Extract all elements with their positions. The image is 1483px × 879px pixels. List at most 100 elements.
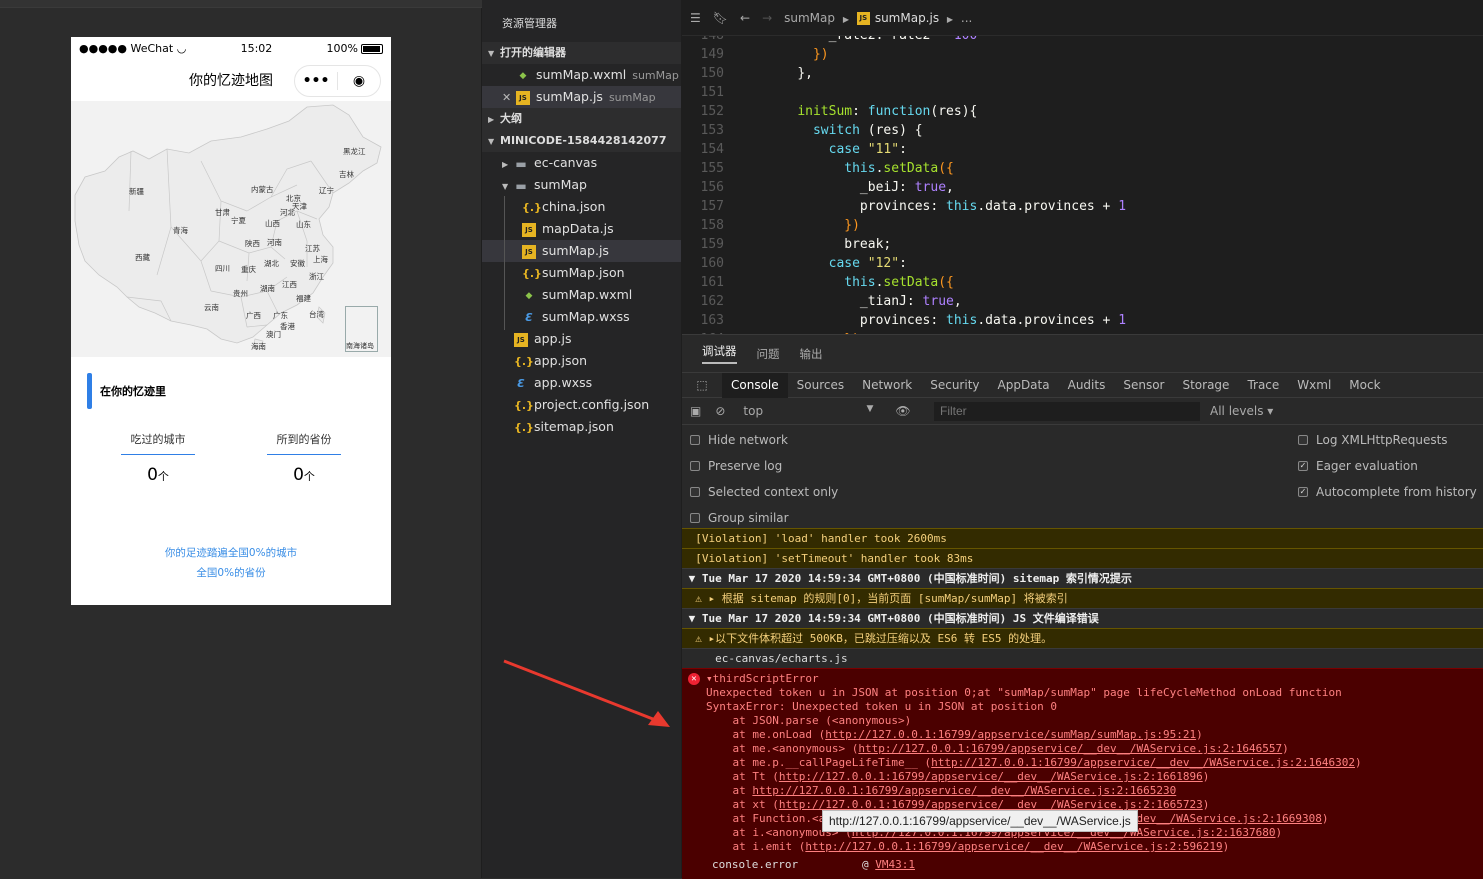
file-tree-item[interactable]: JS app.js xyxy=(482,328,681,350)
code-line[interactable]: 157 provinces: this.data.provinces + 1 xyxy=(682,197,1483,216)
file-tree-item[interactable]: JS sumMap.js xyxy=(482,240,681,262)
code-line[interactable]: 151 xyxy=(682,83,1483,102)
file-tree-item[interactable]: {.}sitemap.json xyxy=(482,416,681,438)
bookmark-icon[interactable]: 🔖︎ xyxy=(713,11,728,25)
code-line[interactable]: 162 _tianJ: true, xyxy=(682,292,1483,311)
checkbox[interactable] xyxy=(690,487,700,497)
code-line[interactable]: 154 case "11": xyxy=(682,140,1483,159)
tab-appdata[interactable]: AppData xyxy=(989,373,1059,398)
console-message[interactable]: ec-canvas/echarts.js xyxy=(682,648,1483,668)
sidebar-toggle-icon[interactable]: ▣ xyxy=(690,404,701,418)
code-line[interactable]: 155 this.setData({ xyxy=(682,159,1483,178)
tab-debugger[interactable]: 调试器 xyxy=(702,343,737,364)
clear-console-icon[interactable]: ⊘ xyxy=(715,404,725,418)
tab-issues[interactable]: 问题 xyxy=(757,346,780,362)
breadcrumb-folder[interactable]: sumMap xyxy=(784,11,835,25)
code-line[interactable]: 152 initSum: function(res){ xyxy=(682,102,1483,121)
eye-icon[interactable]: 👁︎ xyxy=(895,404,910,418)
file-tree-item[interactable]: ▶ ▬ ec-canvas xyxy=(482,152,681,174)
code-line[interactable]: 160 case "12": xyxy=(682,254,1483,273)
tab-wxml[interactable]: Wxml xyxy=(1288,373,1340,398)
back-arrow-icon[interactable]: ← xyxy=(740,11,750,25)
tab-console[interactable]: Console xyxy=(722,372,788,398)
project-header[interactable]: ▼ MINICODE-1584428142077 xyxy=(482,130,681,152)
inspect-element-icon[interactable]: ⬚ xyxy=(682,378,722,392)
tab-network[interactable]: Network xyxy=(853,373,921,398)
checkbox[interactable]: ✓ xyxy=(1298,461,1308,471)
forward-arrow-icon[interactable]: → xyxy=(762,11,772,25)
file-tree-item[interactable]: Ɛapp.wxss xyxy=(482,372,681,394)
battery-icon xyxy=(361,43,383,54)
console-option[interactable]: Group similar xyxy=(690,511,789,525)
console-message[interactable]: [Violation] 'setTimeout' handler took 83… xyxy=(682,548,1483,568)
file-tree-item[interactable]: ▼ ▬ sumMap xyxy=(482,174,681,196)
console-option[interactable]: ✓ Autocomplete from history xyxy=(1298,485,1477,499)
stack-trace-line[interactable]: at me.p.__callPageLifeTime__ (http://127… xyxy=(706,756,1361,770)
code-line[interactable]: 158 }) xyxy=(682,216,1483,235)
list-icon[interactable]: ☰ xyxy=(690,11,701,25)
stack-trace-line[interactable]: at me.<anonymous> (http://127.0.0.1:1679… xyxy=(706,742,1288,756)
code-line[interactable]: 153 switch (res) { xyxy=(682,121,1483,140)
console-message[interactable]: [Violation] 'load' handler took 2600ms xyxy=(682,528,1483,548)
stack-trace-line[interactable]: at Tt (http://127.0.0.1:16799/appservice… xyxy=(706,770,1209,784)
outline-header[interactable]: ▶ 大纲 xyxy=(482,108,681,130)
console-option[interactable]: Preserve log xyxy=(690,459,782,473)
filter-input[interactable] xyxy=(934,402,1200,421)
code-line[interactable]: 148 _rate2: rate2 * 100 xyxy=(682,36,1483,45)
tab-security[interactable]: Security xyxy=(921,373,988,398)
checkbox[interactable] xyxy=(690,435,700,445)
open-editor-item[interactable]: ✕ JS sumMap.js sumMap xyxy=(482,86,681,108)
console-message[interactable]: ▼ Tue Mar 17 2020 14:59:34 GMT+0800 (中国标… xyxy=(682,568,1483,588)
console-option[interactable]: Selected context only xyxy=(690,485,838,499)
code-line[interactable]: 163 provinces: this.data.provinces + 1 xyxy=(682,311,1483,330)
code-line[interactable]: 161 this.setData({ xyxy=(682,273,1483,292)
console-option[interactable]: ✓ Eager evaluation xyxy=(1298,459,1418,473)
breadcrumb-file[interactable]: sumMap.js xyxy=(875,11,939,25)
code-line[interactable]: 156 _beiJ: true, xyxy=(682,178,1483,197)
error-title[interactable]: ▾thirdScriptError xyxy=(706,672,819,686)
file-tree-item[interactable]: ◆ sumMap.wxml xyxy=(482,284,681,306)
checkbox[interactable] xyxy=(1298,435,1308,445)
open-editors-header[interactable]: ▼ 打开的编辑器 xyxy=(482,42,681,64)
file-tree-item[interactable]: JS mapData.js xyxy=(482,218,681,240)
checkbox[interactable] xyxy=(690,513,700,523)
console-message[interactable]: ⚠ ▸ 根据 sitemap 的规则[0]，当前页面 [sumMap/sumMa… xyxy=(682,588,1483,608)
code-line[interactable]: 150 }, xyxy=(682,64,1483,83)
stack-trace-line[interactable]: at me.onLoad (http://127.0.0.1:16799/app… xyxy=(706,728,1202,742)
code-editor[interactable]: ☰ 🔖︎ ← → sumMap ▶ JSsumMap.js ▶ ... 148 … xyxy=(682,0,1483,334)
nav-bar: 你的忆迹地图 ••• ◉ xyxy=(71,59,391,101)
close-miniprogram-button[interactable]: ◉ xyxy=(338,73,380,89)
tab-sources[interactable]: Sources xyxy=(788,373,853,398)
console-message[interactable]: ⚠ ▸以下文件体积超过 500KB，已跳过压缩以及 ES6 转 ES5 的处理。 xyxy=(682,628,1483,648)
simulator-panel: ●●●●● WeChat ◡ 15:02 100% 你的忆迹地图 ••• ◉ 黑… xyxy=(0,0,482,878)
stack-trace-line[interactable]: at http://127.0.0.1:16799/appservice/__d… xyxy=(706,784,1176,798)
console-option[interactable]: Log XMLHttpRequests xyxy=(1298,433,1448,447)
tab-trace[interactable]: Trace xyxy=(1238,373,1288,398)
tab-mock[interactable]: Mock xyxy=(1340,373,1389,398)
tab-output[interactable]: 输出 xyxy=(800,346,823,362)
file-tree-item[interactable]: ƐsumMap.wxss xyxy=(482,306,681,328)
breadcrumb-symbol[interactable]: ... xyxy=(961,11,972,25)
console-message[interactable]: ▼ Tue Mar 17 2020 14:59:34 GMT+0800 (中国标… xyxy=(682,608,1483,628)
code-line[interactable]: 159 break; xyxy=(682,235,1483,254)
log-levels-dropdown[interactable]: All levels ▾ xyxy=(1210,404,1273,418)
tab-sensor[interactable]: Sensor xyxy=(1114,373,1173,398)
more-menu-button[interactable]: ••• xyxy=(295,73,337,89)
stack-trace-line[interactable]: at i.emit (http://127.0.0.1:16799/appser… xyxy=(706,840,1229,854)
file-tree-item[interactable]: {.}project.config.json xyxy=(482,394,681,416)
file-tree-item[interactable]: {.}china.json xyxy=(482,196,681,218)
file-tree-item[interactable]: {.}app.json xyxy=(482,350,681,372)
checkbox[interactable] xyxy=(690,461,700,471)
open-editor-item[interactable]: ◆ sumMap.wxml sumMap xyxy=(482,64,681,86)
file-tree-item[interactable]: {.}sumMap.json xyxy=(482,262,681,284)
tab-audits[interactable]: Audits xyxy=(1059,373,1115,398)
context-selector[interactable]: top ▼ xyxy=(743,404,873,418)
checkbox[interactable]: ✓ xyxy=(1298,487,1308,497)
code-area[interactable]: 148 _rate2: rate2 * 100149 })150 },15115… xyxy=(682,36,1483,334)
tab-storage[interactable]: Storage xyxy=(1173,373,1238,398)
code-line[interactable]: 149 }) xyxy=(682,45,1483,64)
console-option[interactable]: Hide network xyxy=(690,433,788,447)
close-icon[interactable]: ✕ xyxy=(502,87,516,109)
error-source-link[interactable]: @ VM43:1 xyxy=(862,858,915,872)
china-map[interactable]: 黑龙江 吉林 新疆 内蒙古 辽宁 北京 天津 甘肃 河北 宁夏 山西 山东 青海 陕西 河南 江苏 西藏 四川 重庆… xyxy=(71,101,391,357)
